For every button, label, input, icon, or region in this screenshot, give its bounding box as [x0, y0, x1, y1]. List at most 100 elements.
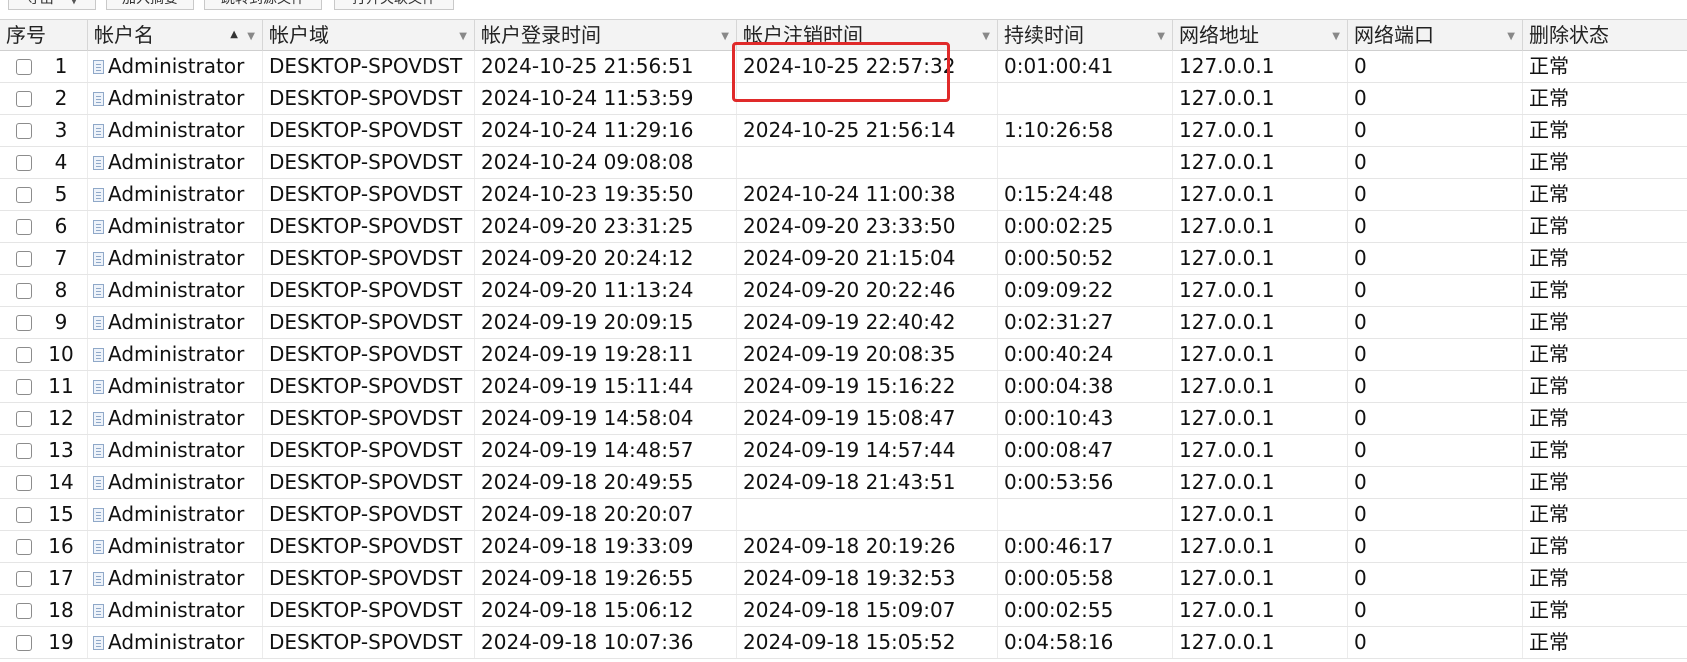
account-name: Administrator	[108, 598, 245, 622]
column-header-network-port[interactable]: 网络端口 ▼	[1348, 20, 1523, 51]
table-row[interactable]: 17 Administrator DESKTOP-SPOVDST 2024-09-18…	[0, 563, 1687, 595]
login-time-cell: 2024-09-19 14:58:04	[475, 403, 737, 434]
table-row[interactable]: 11 Administrator DESKTOP-SPOVDST 2024-09-19…	[0, 371, 1687, 403]
filter-icon[interactable]: ▼	[982, 21, 990, 51]
column-header-account-name[interactable]: 帐户名 ▲ ▼	[88, 20, 263, 51]
column-header-account-domain[interactable]: 帐户域 ▼	[263, 20, 475, 51]
account-name: Administrator	[108, 278, 245, 302]
document-icon	[93, 348, 104, 362]
row-number: 8	[54, 278, 68, 302]
row-checkbox[interactable]	[16, 91, 32, 107]
row-checkbox[interactable]	[16, 283, 32, 299]
network-port-cell: 0	[1348, 595, 1523, 626]
row-number: 5	[54, 182, 68, 206]
table-row[interactable]: 6 Administrator DESKTOP-SPOVDST 2024-09-20 …	[0, 211, 1687, 243]
row-checkbox[interactable]	[16, 123, 32, 139]
column-header-login-time[interactable]: 帐户登录时间 ▼	[475, 20, 737, 51]
logout-time-cell: 2024-09-20 21:15:04	[737, 243, 998, 274]
table-row[interactable]: 19 Administrator DESKTOP-SPOVDST 2024-09-18…	[0, 627, 1687, 659]
row-checkbox[interactable]	[16, 155, 32, 171]
column-header-label: 帐户域	[269, 23, 329, 47]
document-icon	[93, 124, 104, 138]
login-time-cell: 2024-09-18 10:07:36	[475, 627, 737, 658]
row-number: 7	[54, 246, 68, 270]
network-address-cell: 127.0.0.1	[1173, 243, 1348, 274]
table-row[interactable]: 8 Administrator DESKTOP-SPOVDST 2024-09-20 …	[0, 275, 1687, 307]
delete-status-cell: 正常	[1529, 438, 1569, 462]
column-header-duration[interactable]: 持续时间 ▼	[998, 20, 1173, 51]
filter-icon[interactable]: ▼	[1332, 21, 1340, 51]
table-row[interactable]: 9 Administrator DESKTOP-SPOVDST 2024-09-19 …	[0, 307, 1687, 339]
row-checkbox[interactable]	[16, 347, 32, 363]
table-row[interactable]: 7 Administrator DESKTOP-SPOVDST 2024-09-20 …	[0, 243, 1687, 275]
account-domain-cell: DESKTOP-SPOVDST	[263, 51, 475, 82]
filter-icon[interactable]: ▼	[721, 21, 729, 51]
row-checkbox[interactable]	[16, 443, 32, 459]
account-domain-cell: DESKTOP-SPOVDST	[263, 435, 475, 466]
table-row[interactable]: 15 Administrator DESKTOP-SPOVDST 2024-09-18…	[0, 499, 1687, 531]
login-time-cell: 2024-09-18 19:33:09	[475, 531, 737, 562]
row-checkbox[interactable]	[16, 635, 32, 651]
seq-cell: 7	[0, 243, 88, 274]
column-header-seq[interactable]: 序号	[0, 20, 88, 51]
row-checkbox[interactable]	[16, 507, 32, 523]
login-time-cell: 2024-09-19 14:48:57	[475, 435, 737, 466]
login-time-cell: 2024-09-19 20:09:15	[475, 307, 737, 338]
document-icon	[93, 508, 104, 522]
network-address-cell: 127.0.0.1	[1173, 51, 1348, 82]
account-name-cell: Administrator	[88, 339, 263, 370]
add-summary-button[interactable]: 加入摘要	[106, 0, 194, 10]
table-row[interactable]: 4 Administrator DESKTOP-SPOVDST 2024-10-24 …	[0, 147, 1687, 179]
duration-cell: 0:00:02:25	[998, 211, 1173, 242]
column-header-delete-status[interactable]: 删除状态	[1523, 20, 1687, 51]
network-port-cell: 0	[1348, 275, 1523, 306]
network-port-cell: 0	[1348, 115, 1523, 146]
seq-cell: 17	[0, 563, 88, 594]
table-row[interactable]: 18 Administrator DESKTOP-SPOVDST 2024-09-18…	[0, 595, 1687, 627]
logout-time-cell: 2024-09-20 23:33:50	[737, 211, 998, 242]
logout-time-cell: 2024-09-18 15:09:07	[737, 595, 998, 626]
row-checkbox[interactable]	[16, 379, 32, 395]
row-checkbox[interactable]	[16, 539, 32, 555]
logout-time-cell: 2024-10-25 21:56:14	[737, 115, 998, 146]
row-checkbox[interactable]	[16, 411, 32, 427]
row-number: 9	[54, 310, 68, 334]
row-checkbox[interactable]	[16, 219, 32, 235]
row-checkbox[interactable]	[16, 571, 32, 587]
filter-icon[interactable]: ▼	[459, 21, 467, 51]
table-row[interactable]: 14 Administrator DESKTOP-SPOVDST 2024-09-18…	[0, 467, 1687, 499]
account-domain-cell: DESKTOP-SPOVDST	[263, 243, 475, 274]
duration-cell: 0:09:09:22	[998, 275, 1173, 306]
open-related-file-button[interactable]: 打开关联文件	[334, 0, 454, 10]
filter-icon[interactable]: ▼	[1157, 21, 1165, 51]
network-address-cell: 127.0.0.1	[1173, 499, 1348, 530]
table-row[interactable]: 16 Administrator DESKTOP-SPOVDST 2024-09-18…	[0, 531, 1687, 563]
column-header-label: 持续时间	[1004, 23, 1084, 47]
table-row[interactable]: 10 Administrator DESKTOP-SPOVDST 2024-09-19…	[0, 339, 1687, 371]
table-row[interactable]: 3 Administrator DESKTOP-SPOVDST 2024-10-24 …	[0, 115, 1687, 147]
table-row[interactable]: 13 Administrator DESKTOP-SPOVDST 2024-09-19…	[0, 435, 1687, 467]
table-row[interactable]: 12 Administrator DESKTOP-SPOVDST 2024-09-19…	[0, 403, 1687, 435]
logout-time-cell: 2024-09-19 15:16:22	[737, 371, 998, 402]
document-icon	[93, 252, 104, 266]
login-time-cell: 2024-10-23 19:35:50	[475, 179, 737, 210]
row-checkbox[interactable]	[16, 475, 32, 491]
delete-status-cell: 正常	[1529, 470, 1569, 494]
row-checkbox[interactable]	[16, 603, 32, 619]
seq-cell: 16	[0, 531, 88, 562]
row-checkbox[interactable]	[16, 187, 32, 203]
column-header-network-address[interactable]: 网络地址 ▼	[1173, 20, 1348, 51]
account-domain-cell: DESKTOP-SPOVDST	[263, 147, 475, 178]
filter-icon[interactable]: ▼	[247, 21, 255, 51]
export-button[interactable]: 导出 ▼	[8, 0, 96, 10]
row-checkbox[interactable]	[16, 315, 32, 331]
row-checkbox[interactable]	[16, 59, 32, 75]
row-number: 6	[54, 214, 68, 238]
jump-to-source-button[interactable]: 跳转到源文件	[204, 0, 322, 10]
table-row[interactable]: 5 Administrator DESKTOP-SPOVDST 2024-10-23 …	[0, 179, 1687, 211]
duration-cell: 0:01:00:41	[998, 51, 1173, 82]
row-checkbox[interactable]	[16, 251, 32, 267]
filter-icon[interactable]: ▼	[1507, 21, 1515, 51]
column-header-label: 序号	[6, 23, 46, 47]
document-icon	[93, 316, 104, 330]
